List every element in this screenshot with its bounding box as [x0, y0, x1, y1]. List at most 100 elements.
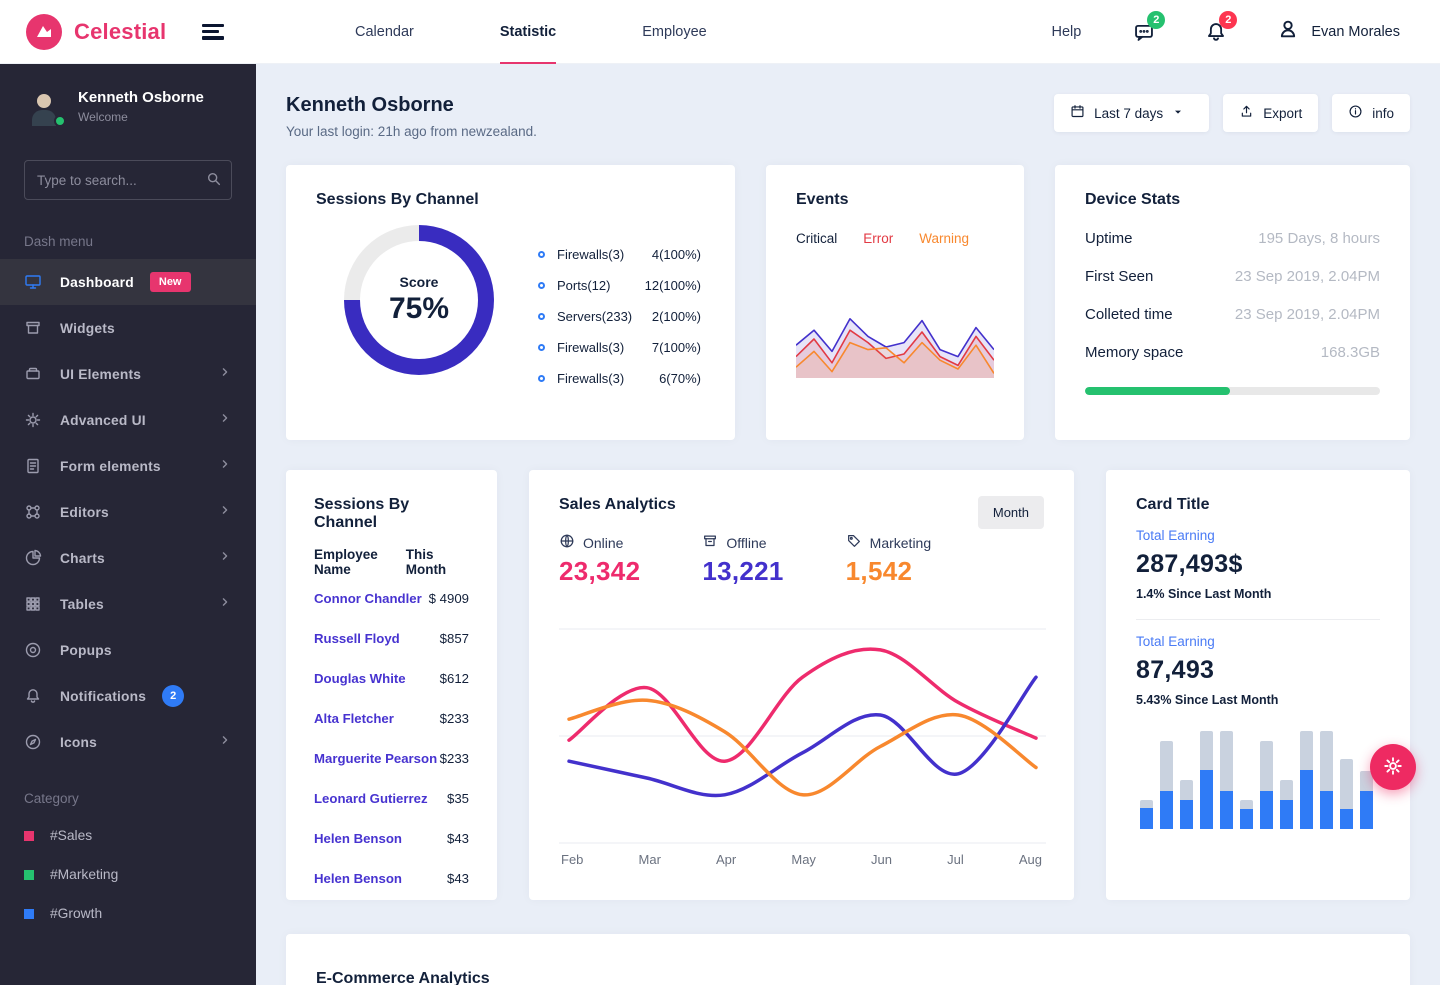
- legend-item: Servers(233) 2(100%): [538, 301, 701, 332]
- x-axis-label: Apr: [716, 852, 737, 867]
- donut-center-label: Score: [399, 274, 439, 290]
- tab-employee[interactable]: Employee: [599, 0, 749, 64]
- sidebar-item-charts[interactable]: Charts: [0, 535, 256, 581]
- employee-name-link[interactable]: Helen Benson: [314, 871, 402, 886]
- sidebar-categories: #Sales #Marketing #Growth: [0, 816, 256, 933]
- employee-name-link[interactable]: Connor Chandler: [314, 591, 422, 606]
- sessions-by-channel-card: Sessions By Channel Score 75% Firewalls(…: [286, 165, 735, 440]
- sidebar-item-widgets[interactable]: Widgets: [0, 305, 256, 351]
- employee-name-link[interactable]: Douglas White: [314, 671, 406, 686]
- page-header: Kenneth Osborne Your last login: 21h ago…: [286, 94, 1410, 139]
- user-menu[interactable]: Evan Morales: [1277, 18, 1400, 45]
- sales-stat-offline: Offline 13,221: [702, 533, 783, 587]
- menu-toggle-button[interactable]: [202, 23, 224, 40]
- column-header: This Month: [405, 547, 447, 577]
- notifications-button[interactable]: 2: [1205, 10, 1238, 43]
- sidebar-profile[interactable]: Kenneth Osborne Welcome: [0, 64, 256, 146]
- sidebar-item-label: Tables: [60, 596, 104, 612]
- donut-center-value: 75%: [388, 292, 450, 325]
- sidebar-item-icons[interactable]: Icons: [0, 719, 256, 765]
- search-input[interactable]: [24, 160, 232, 200]
- category-marketing[interactable]: #Marketing: [0, 855, 256, 894]
- table-row[interactable]: Russell Floyd $857: [314, 618, 469, 658]
- globe-icon: [559, 533, 583, 552]
- export-button[interactable]: Export: [1223, 94, 1319, 132]
- tab-statistic[interactable]: Statistic: [457, 0, 599, 64]
- bar-total-segment: [1260, 741, 1273, 791]
- category-color-swatch: [24, 830, 34, 841]
- events-label-error: Error: [863, 231, 894, 246]
- device-stat-value: 23 Sep 2019, 2.04PM: [1234, 306, 1380, 323]
- sidebar-item-label: Editors: [60, 504, 109, 520]
- employee-name-link[interactable]: Marguerite Pearson: [314, 751, 437, 766]
- chevron-right-icon: [218, 595, 232, 614]
- table-row[interactable]: Marguerite Pearson $233: [314, 738, 469, 778]
- settings-fab-button[interactable]: [1370, 744, 1416, 790]
- category-sales[interactable]: #Sales: [0, 816, 256, 855]
- period-select-button[interactable]: Month: [977, 496, 1044, 529]
- table-row[interactable]: Douglas White $612: [314, 658, 469, 698]
- employee-name-link[interactable]: Russell Floyd: [314, 631, 400, 646]
- compass-icon: [24, 733, 42, 751]
- employee-name-link[interactable]: Leonard Gutierrez: [314, 791, 428, 806]
- bar-value-segment: [1160, 791, 1173, 829]
- earning-label-link[interactable]: Total Earning: [1136, 528, 1380, 543]
- card-title: Events: [796, 191, 849, 208]
- earnings-bar-chart: [1136, 729, 1380, 829]
- header-actions: Last 7 days Export info: [1040, 94, 1410, 132]
- help-link[interactable]: Help: [1052, 24, 1082, 40]
- online-status-dot: [54, 115, 66, 127]
- tab-calendar[interactable]: Calendar: [312, 0, 457, 64]
- employee-name-link[interactable]: Helen Benson: [314, 831, 402, 846]
- table-row[interactable]: Connor Chandler $ 4909: [314, 578, 469, 618]
- earning-block: Total Earning 87,493 5.43% Since Last Mont…: [1136, 634, 1380, 707]
- user-name: Evan Morales: [1311, 23, 1400, 40]
- legend-bullet-icon: [538, 313, 545, 320]
- chevron-right-icon: [218, 503, 232, 522]
- bar-total-segment: [1180, 780, 1193, 800]
- messages-button[interactable]: 2: [1133, 10, 1166, 43]
- sidebar-item-dashboard[interactable]: Dashboard New: [0, 259, 256, 305]
- employee-amount: $857: [439, 630, 469, 646]
- card-title: Device Stats: [1085, 191, 1181, 208]
- gear-icon: [1383, 756, 1403, 779]
- category-label: #Sales: [50, 828, 93, 843]
- sidebar-item-form-elements[interactable]: Form elements: [0, 443, 256, 489]
- chevron-right-icon: [218, 457, 232, 476]
- x-axis-label: Mar: [638, 852, 661, 867]
- table-row[interactable]: Alta Fletcher $233: [314, 698, 469, 738]
- table-header: Employee Name This Month: [314, 546, 469, 578]
- table-row[interactable]: Leonard Gutierrez $35: [314, 778, 469, 818]
- employee-amount: $43: [446, 830, 469, 846]
- bar: [1240, 800, 1253, 829]
- sales-stat-label-text: Marketing: [869, 534, 932, 551]
- sidebar-item-ui-elements[interactable]: UI Elements: [0, 351, 256, 397]
- sidebar-item-popups[interactable]: Popups: [0, 627, 256, 673]
- bar: [1320, 731, 1333, 829]
- legend-value: 12(100%): [644, 278, 701, 293]
- sidebar-item-tables[interactable]: Tables: [0, 581, 256, 627]
- sidebar-item-advanced-ui[interactable]: Advanced UI: [0, 397, 256, 443]
- device-stat-label: Colleted time: [1085, 306, 1173, 323]
- category-label: #Marketing: [50, 867, 119, 882]
- sales-stat-value: 1,542: [845, 556, 913, 586]
- date-range-button[interactable]: Last 7 days: [1054, 94, 1210, 132]
- sales-stat-online: Online 23,342: [559, 533, 640, 587]
- count-badge: 2: [162, 685, 185, 707]
- table-row[interactable]: Helen Benson $43: [314, 858, 469, 898]
- sidebar-item-label: Icons: [60, 734, 98, 750]
- earning-label-link[interactable]: Total Earning: [1136, 634, 1380, 649]
- info-button[interactable]: info: [1332, 94, 1410, 132]
- category-growth[interactable]: #Growth: [0, 894, 256, 933]
- earnings-blocks: Total Earning 287,493$ 1.4% Since Last Mon…: [1136, 528, 1380, 707]
- employee-name-link[interactable]: Alta Fletcher: [314, 711, 394, 726]
- sidebar-item-editors[interactable]: Editors: [0, 489, 256, 535]
- table-row[interactable]: Helen Benson $43: [314, 818, 469, 858]
- card-title: E-Commerce Analytics: [316, 970, 490, 985]
- sidebar-item-notifications[interactable]: Notifications 2: [0, 673, 256, 719]
- sales-stat-value: 13,221: [702, 556, 784, 586]
- earning-value: 287,493$: [1136, 550, 1243, 578]
- messages-badge: 2: [1147, 10, 1166, 29]
- search-icon: [206, 171, 222, 192]
- device-stat-value: 195 Days, 8 hours: [1258, 230, 1380, 247]
